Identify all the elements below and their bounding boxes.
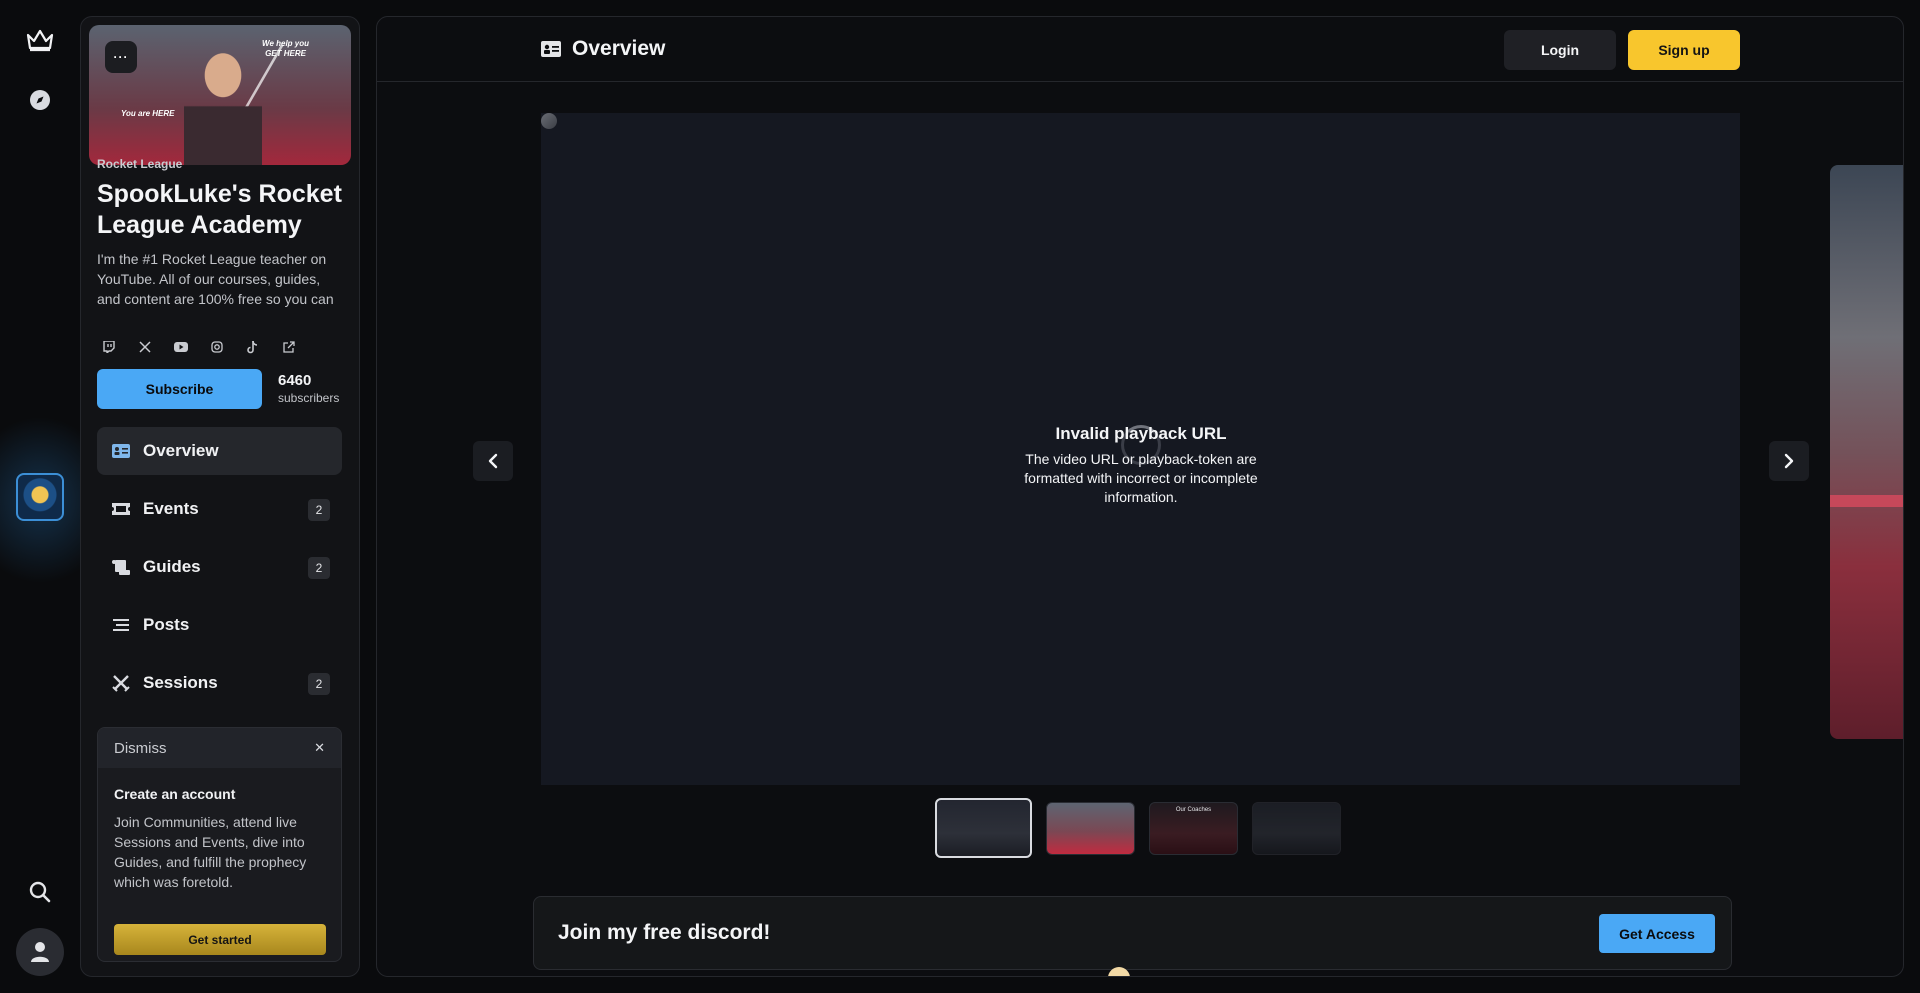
close-icon[interactable]: ✕ — [314, 740, 325, 756]
nav-item-posts[interactable]: Posts — [97, 601, 342, 649]
community-button[interactable] — [16, 473, 64, 521]
home-crown-button[interactable] — [16, 16, 64, 64]
signup-button[interactable]: Sign up — [1628, 30, 1740, 70]
discover-button[interactable] — [16, 76, 64, 124]
login-button[interactable]: Login — [1504, 30, 1616, 70]
chevron-right-icon — [1784, 453, 1794, 469]
app-rail — [0, 0, 120, 993]
thumbnail-4[interactable] — [1252, 802, 1341, 855]
top-bar: Overview Login Sign up — [377, 17, 1903, 82]
compass-icon — [30, 90, 50, 110]
community-nav: Overview Events 2 Guides 2 Posts Session… — [97, 427, 342, 717]
x-icon[interactable] — [133, 335, 157, 359]
twitch-icon[interactable] — [97, 335, 121, 359]
profile-button[interactable] — [16, 928, 64, 976]
thumbnail-1[interactable] — [935, 798, 1032, 858]
list-icon — [111, 615, 131, 635]
create-account-description: Join Communities, attend live Sessions a… — [114, 814, 307, 890]
id-card-icon — [541, 41, 561, 57]
dismiss-label: Dismiss — [114, 739, 167, 757]
subscriber-label: subscribers — [278, 391, 340, 405]
community-banner: We help you GET HERE You are HERE ··· — [89, 25, 351, 165]
crown-icon — [26, 29, 54, 52]
broken-image-icon — [541, 113, 557, 129]
discord-card: Join my free discord! Get Access — [533, 896, 1732, 970]
banner-tagline: We help you GET HERE — [262, 39, 309, 58]
community-sidebar: We help you GET HERE You are HERE ··· Ro… — [80, 16, 360, 977]
user-icon — [31, 942, 49, 962]
preview-stripe — [1830, 495, 1903, 507]
video-player[interactable]: Invalid playback URL The video URL or pl… — [541, 113, 1740, 785]
get-access-button[interactable]: Get Access — [1599, 914, 1715, 953]
nav-label: Events — [143, 499, 199, 518]
scroll-icon — [111, 557, 131, 577]
player-error-description: The video URL or playback-token are form… — [1024, 451, 1258, 505]
community-category: Rocket League — [97, 157, 183, 171]
page-title: Overview — [572, 37, 666, 60]
nav-item-events[interactable]: Events 2 — [97, 485, 342, 533]
subscriber-count: 6460 — [278, 372, 312, 389]
community-description: I'm the #1 Rocket League teacher on YouT… — [97, 251, 334, 307]
discord-title: Join my free discord! — [558, 921, 771, 944]
search-button[interactable] — [16, 868, 64, 916]
dismiss-bar[interactable]: Dismiss ✕ — [98, 728, 341, 768]
subscribe-button[interactable]: Subscribe — [97, 369, 262, 409]
nav-label: Posts — [143, 615, 190, 634]
count-badge: 2 — [308, 673, 330, 695]
player-error-title: Invalid playback URL — [1055, 424, 1227, 443]
carousel-prev-button[interactable] — [473, 441, 513, 481]
user-avatar — [16, 928, 64, 976]
instagram-icon[interactable] — [205, 335, 229, 359]
nav-label: Sessions — [143, 673, 218, 692]
banner-portrait — [184, 33, 262, 165]
nav-label: Overview — [143, 441, 219, 460]
tiktok-icon[interactable] — [241, 335, 265, 359]
carousel-thumbnails: Our Coaches — [935, 798, 1341, 858]
community-title: SpookLuke's Rocket League Academy — [97, 180, 342, 239]
social-links — [97, 335, 301, 359]
chevron-left-icon — [488, 453, 498, 469]
get-started-button[interactable]: Get started — [114, 924, 326, 955]
ticket-icon — [111, 499, 131, 519]
count-badge: 2 — [308, 557, 330, 579]
count-badge: 2 — [308, 499, 330, 521]
youtube-icon[interactable] — [169, 335, 193, 359]
carousel-next-button[interactable] — [1769, 441, 1809, 481]
banner-you-are-here: You are HERE — [121, 109, 175, 118]
thumbnail-caption: Our Coaches — [1175, 807, 1212, 813]
community-avatar — [16, 473, 64, 521]
next-slide-preview[interactable] — [1830, 165, 1903, 739]
nav-item-overview[interactable]: Overview — [97, 427, 342, 475]
external-link-icon[interactable] — [277, 335, 301, 359]
id-card-icon — [111, 441, 131, 461]
nav-item-sessions[interactable]: Sessions 2 — [97, 659, 342, 707]
swords-icon — [111, 673, 131, 693]
community-menu-button[interactable]: ··· — [105, 41, 137, 73]
create-account-card: Dismiss ✕ Create an account Join Communi… — [97, 727, 342, 962]
create-account-title: Create an account — [114, 786, 236, 802]
nav-item-guides[interactable]: Guides 2 — [97, 543, 342, 591]
search-icon — [29, 881, 51, 903]
thumbnail-3[interactable]: Our Coaches — [1149, 802, 1238, 855]
thumbnail-2[interactable] — [1046, 802, 1135, 855]
nav-label: Guides — [143, 557, 201, 576]
main-panel: Overview Login Sign up Invalid playback … — [376, 16, 1904, 977]
